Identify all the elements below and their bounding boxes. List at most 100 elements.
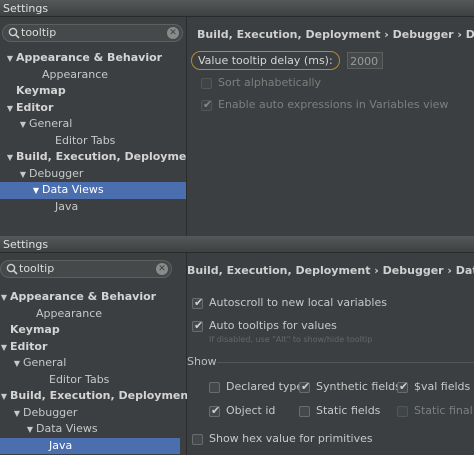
settings-content: Build, Execution, Deployment › Debugger … bbox=[187, 253, 474, 455]
settings-tree-pane: tooltip ✕ ▼ Appearance & Behavior Appearan… bbox=[0, 253, 194, 455]
window-title: Settings bbox=[0, 236, 474, 253]
tree-item-label: Data Views bbox=[42, 183, 104, 196]
settings-tree: ▼ Appearance & Behavior Appearance Keymap ▼ E… bbox=[0, 50, 200, 216]
search-input[interactable]: tooltip ✕ bbox=[0, 260, 172, 278]
tree-item-debugger[interactable]: ▼ Debugger bbox=[0, 166, 186, 183]
tree-item-label: Appearance bbox=[36, 306, 103, 320]
tree-item-java[interactable]: Java bbox=[0, 437, 180, 454]
auto-expressions-label: Enable auto expressions in Variables vie… bbox=[218, 98, 449, 111]
expand-arrow-icon[interactable]: ▼ bbox=[17, 117, 29, 134]
tree-item-editor-tabs[interactable]: Editor Tabs bbox=[0, 133, 186, 150]
tree-item-label: Appearance bbox=[42, 67, 109, 81]
tree-item-label: Java bbox=[49, 438, 73, 452]
window-title: Settings bbox=[0, 0, 474, 17]
tree-item-label: Keymap bbox=[10, 323, 60, 336]
tree-item-label: Debugger bbox=[29, 166, 84, 180]
checkbox-box[interactable] bbox=[201, 98, 212, 111]
auto-tooltips-label: Auto tooltips for values bbox=[209, 319, 337, 332]
declared-type-label: Declared type bbox=[226, 380, 304, 393]
expand-arrow-icon[interactable]: ▼ bbox=[4, 101, 16, 118]
tree-item-label: Editor Tabs bbox=[55, 133, 116, 147]
clear-search-icon[interactable]: ✕ bbox=[167, 27, 179, 39]
search-input[interactable]: tooltip ✕ bbox=[2, 24, 183, 42]
auto-tooltips-checkbox[interactable]: Auto tooltips for values bbox=[192, 319, 337, 332]
settings-tree: ▼ Appearance & Behavior Appearance Keymap ▼ E… bbox=[0, 289, 194, 454]
breadcrumb: Build, Execution, Deployment › Debugger … bbox=[187, 264, 474, 277]
checkbox-box[interactable] bbox=[397, 380, 408, 393]
checkbox-box[interactable] bbox=[299, 405, 310, 417]
tree-item-label: Debugger bbox=[23, 405, 78, 419]
expand-arrow-icon[interactable]: ▼ bbox=[0, 340, 10, 357]
tree-item-general[interactable]: ▼ General bbox=[0, 116, 186, 133]
settings-window-2: Settings tooltip ✕ ▼ Appearance & Behavio… bbox=[0, 236, 474, 455]
auto-tooltips-hint: If disabled, use "Alt" to show/hide tool… bbox=[209, 335, 373, 344]
search-icon bbox=[8, 27, 20, 39]
checkbox-box[interactable] bbox=[201, 77, 212, 89]
tree-item-label: General bbox=[29, 117, 73, 130]
tree-item-keymap[interactable]: Keymap bbox=[0, 322, 180, 339]
expand-arrow-icon[interactable]: ▼ bbox=[0, 290, 10, 307]
show-section-label: Show bbox=[187, 355, 217, 368]
tree-item-data-views[interactable]: ▼ Data Views bbox=[0, 182, 186, 199]
section-divider bbox=[217, 362, 474, 363]
tree-item-java[interactable]: Java bbox=[0, 199, 186, 216]
sort-alphabetically-label: Sort alphabetically bbox=[218, 76, 322, 89]
synthetic-fields-checkbox[interactable]: Synthetic fields bbox=[299, 380, 401, 393]
expand-arrow-icon[interactable]: ▼ bbox=[24, 422, 36, 439]
expand-arrow-icon[interactable]: ▼ bbox=[11, 356, 23, 373]
tree-item-editor-tabs[interactable]: Editor Tabs bbox=[0, 372, 180, 389]
expand-arrow-icon[interactable]: ▼ bbox=[0, 389, 10, 406]
declared-type-checkbox[interactable]: Declared type bbox=[209, 380, 303, 393]
val-fields-checkbox[interactable]: $val fields as bbox=[397, 380, 474, 393]
tree-item-data-views[interactable]: ▼ Data Views bbox=[0, 421, 180, 438]
tree-item-appearance-behavior[interactable]: ▼ Appearance & Behavior bbox=[0, 289, 180, 306]
static-final-fields-checkbox[interactable]: Static final fie bbox=[397, 404, 474, 417]
expand-arrow-icon[interactable]: ▼ bbox=[17, 167, 29, 184]
search-text[interactable]: tooltip bbox=[19, 261, 54, 277]
tooltip-delay-label: Value tooltip delay (ms): bbox=[191, 50, 340, 70]
checkbox-box[interactable] bbox=[209, 404, 220, 417]
settings-content: Build, Execution, Deployment › Debugger … bbox=[187, 17, 474, 236]
synthetic-fields-label: Synthetic fields bbox=[316, 380, 401, 393]
tree-item-appearance-behavior[interactable]: ▼ Appearance & Behavior bbox=[0, 50, 186, 67]
expand-arrow-icon[interactable]: ▼ bbox=[30, 183, 42, 200]
expand-arrow-icon[interactable]: ▼ bbox=[11, 406, 23, 423]
tree-item-label: Java bbox=[55, 199, 79, 213]
tree-item-label: Editor bbox=[10, 339, 48, 353]
tree-item-general[interactable]: ▼ General bbox=[0, 355, 180, 372]
tree-item-label: Appearance & Behavior bbox=[10, 290, 157, 303]
expand-arrow-icon[interactable]: ▼ bbox=[4, 51, 16, 68]
sort-alphabetically-checkbox[interactable]: Sort alphabetically bbox=[201, 76, 321, 89]
tree-item-label: Data Views bbox=[36, 422, 98, 435]
show-hex-checkbox[interactable]: Show hex value for primitives bbox=[192, 432, 373, 445]
tooltip-delay-input[interactable]: 2000 bbox=[347, 52, 384, 69]
checkbox-box[interactable] bbox=[192, 433, 203, 445]
checkbox-box[interactable] bbox=[209, 381, 220, 393]
search-icon bbox=[6, 263, 18, 275]
checkbox-box[interactable] bbox=[299, 380, 310, 393]
tree-item-build-execution-deployment[interactable]: ▼ Build, Execution, Deployment bbox=[0, 388, 194, 406]
checkbox-box[interactable] bbox=[192, 319, 203, 332]
search-text[interactable]: tooltip bbox=[21, 25, 56, 41]
static-fields-checkbox[interactable]: Static fields bbox=[299, 404, 380, 417]
tree-item-keymap[interactable]: Keymap bbox=[0, 83, 186, 100]
auto-expressions-checkbox[interactable]: Enable auto expressions in Variables vie… bbox=[201, 98, 448, 111]
tree-item-editor[interactable]: ▼ Editor bbox=[0, 100, 186, 117]
tree-item-label: Editor Tabs bbox=[49, 372, 110, 386]
checkbox-box[interactable] bbox=[397, 405, 408, 417]
checkbox-box[interactable] bbox=[192, 296, 203, 309]
breadcrumb: Build, Execution, Deployment › Debugger … bbox=[197, 28, 474, 41]
object-id-checkbox[interactable]: Object id bbox=[209, 404, 275, 417]
tree-item-label: Appearance & Behavior bbox=[16, 51, 163, 64]
tree-item-label: General bbox=[23, 356, 67, 369]
autoscroll-checkbox[interactable]: Autoscroll to new local variables bbox=[192, 296, 387, 309]
static-fields-label: Static fields bbox=[316, 404, 381, 417]
expand-arrow-icon[interactable]: ▼ bbox=[4, 150, 16, 167]
tree-item-build-execution-deployment[interactable]: ▼ Build, Execution, Deployment bbox=[0, 149, 200, 167]
tree-item-editor[interactable]: ▼ Editor bbox=[0, 339, 180, 356]
tree-item-label: Keymap bbox=[16, 84, 66, 97]
clear-search-icon[interactable]: ✕ bbox=[156, 263, 168, 275]
tree-item-debugger[interactable]: ▼ Debugger bbox=[0, 405, 180, 422]
tree-item-appearance[interactable]: Appearance bbox=[0, 306, 180, 323]
tree-item-appearance[interactable]: Appearance bbox=[0, 67, 186, 84]
